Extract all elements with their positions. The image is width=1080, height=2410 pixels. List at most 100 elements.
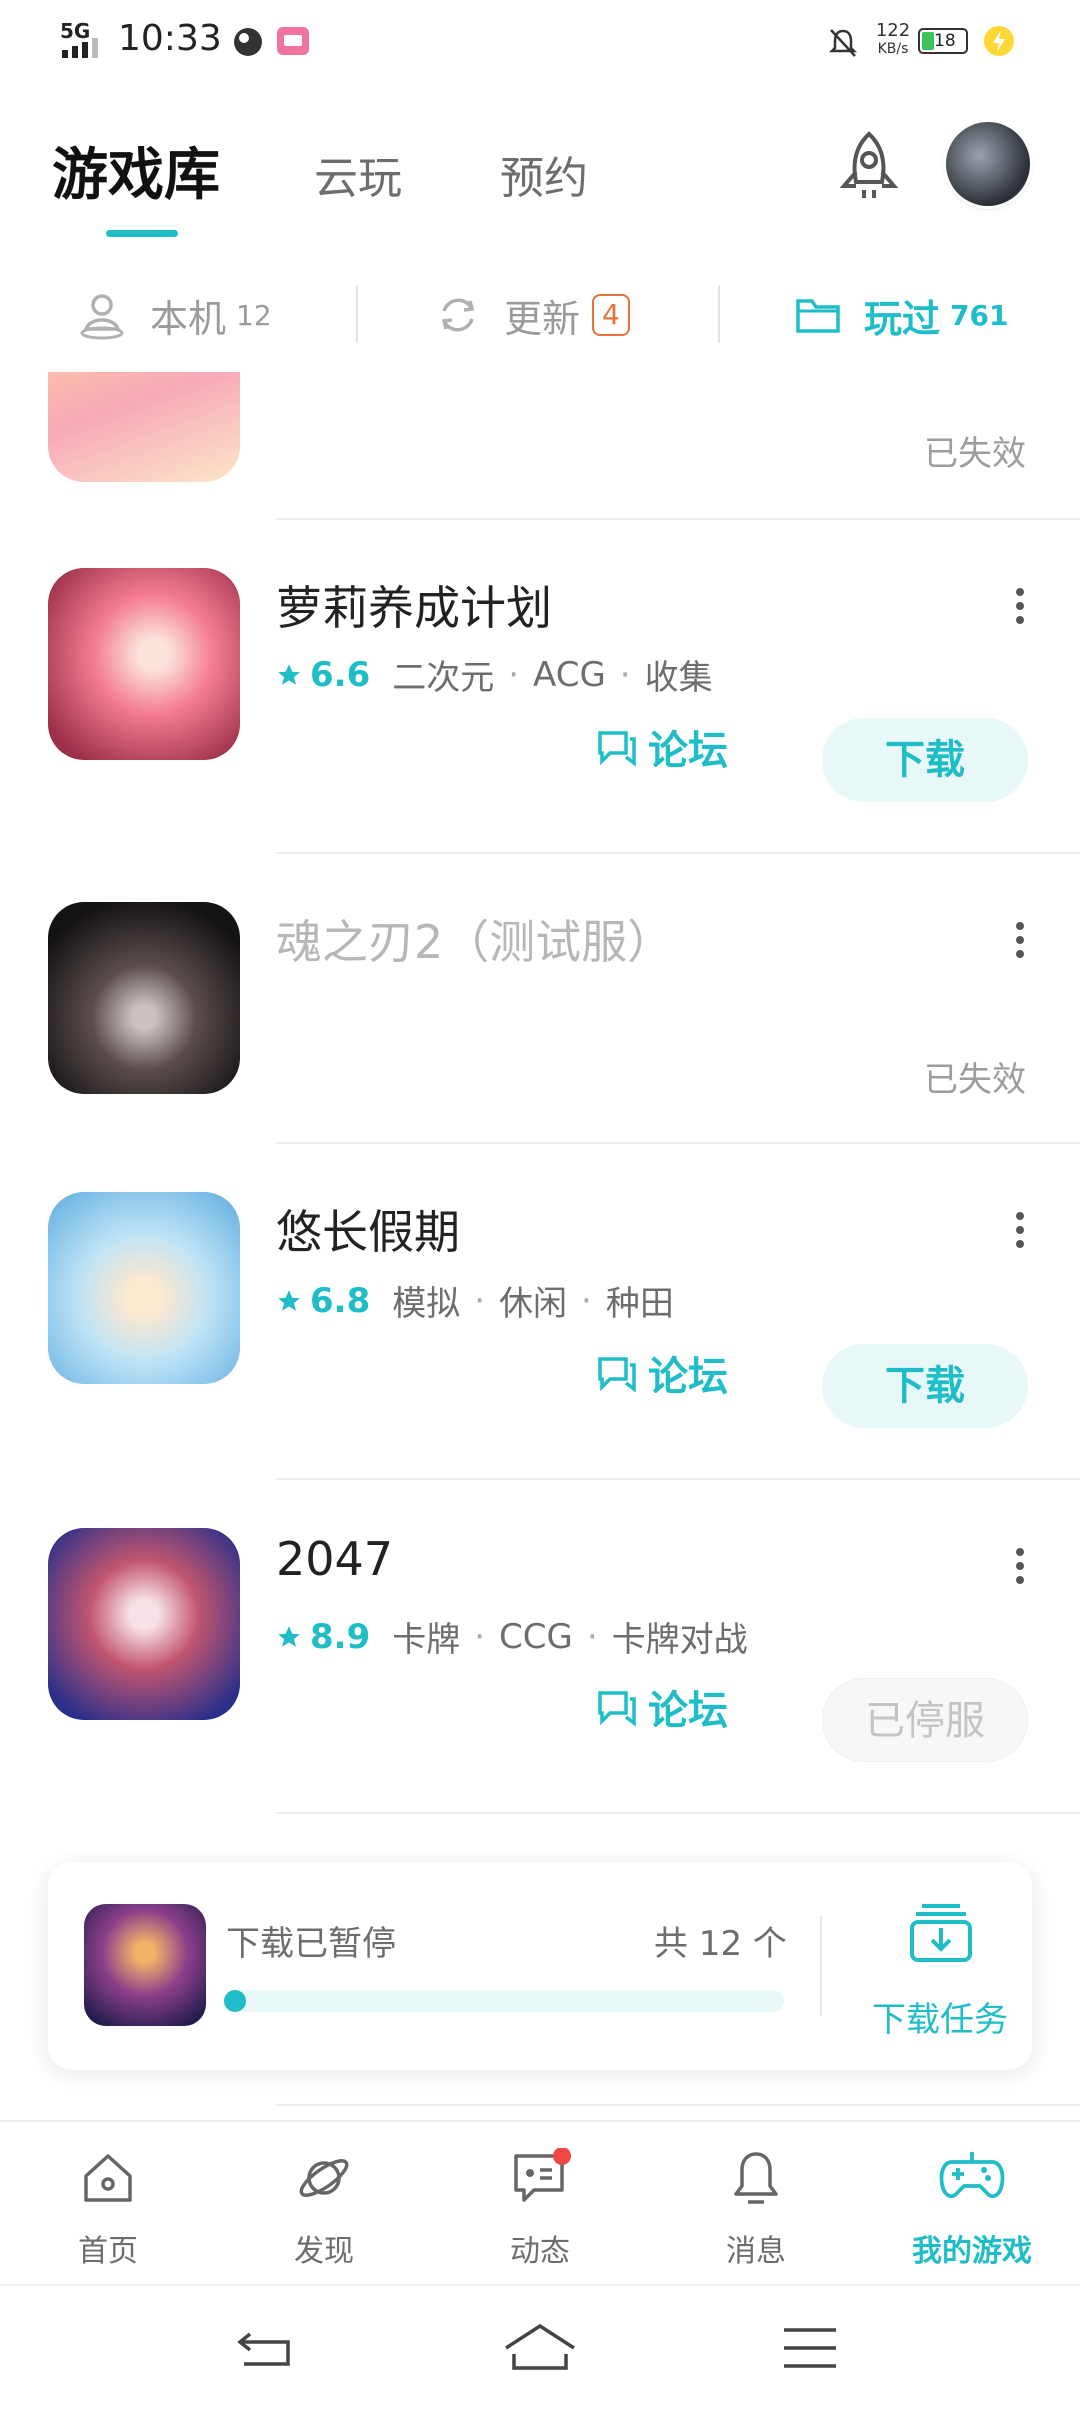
menu-icon[interactable] <box>782 2326 838 2370</box>
more-options-button[interactable] <box>1010 1206 1030 1266</box>
back-icon[interactable] <box>236 2326 296 2372</box>
signal-icon <box>62 38 98 58</box>
game-icon <box>48 1192 240 1384</box>
segment-divider <box>356 285 358 343</box>
game-icon <box>48 902 240 1094</box>
app-notification-icon <box>234 28 262 56</box>
download-button[interactable]: 下载 <box>822 718 1028 802</box>
download-tasks-button[interactable]: 下载任务 <box>838 1892 1032 2052</box>
download-tasks-label: 下载任务 <box>872 2000 1008 2040</box>
segment-played[interactable]: 玩过 761 <box>794 280 1008 350</box>
game-list[interactable]: 已失效 萝莉养成计划 6.6 二次元 · ACG · 收集 论坛 下载 魂之刃2（测… <box>0 372 1080 2120</box>
list-divider <box>276 518 1080 520</box>
tag: 收集 <box>644 658 713 698</box>
list-item[interactable] <box>48 1528 240 1720</box>
star-icon <box>278 663 300 685</box>
game-title[interactable]: 萝莉养成计划 <box>276 572 552 638</box>
rating: 6.8 <box>276 1281 370 1321</box>
message-icon <box>514 2148 571 2202</box>
segment-local[interactable]: 本机 12 <box>76 280 272 350</box>
tab-cloud-play[interactable]: 云玩 <box>314 142 402 206</box>
tag-separator: · <box>619 654 631 695</box>
tag: 种田 <box>605 1284 674 1324</box>
forum-button[interactable]: 论坛 <box>594 1344 728 1402</box>
home-icon <box>84 2154 132 2202</box>
tag: 卡牌 <box>392 1620 461 1660</box>
download-status-text: 下载已暂停 <box>226 1924 396 1964</box>
bottom-navigation: 首页 发现 动态 消息 我的游戏 <box>0 2120 1080 2284</box>
forum-label: 论坛 <box>648 1354 728 1400</box>
star-icon <box>278 1289 300 1311</box>
net-speed-value: 122 <box>875 20 911 41</box>
net-speed-unit: KB/s <box>877 41 909 57</box>
list-item[interactable] <box>48 568 240 760</box>
tag: ACG <box>533 654 606 695</box>
folder-icon <box>796 299 840 333</box>
game-title[interactable]: 2047 <box>276 1532 393 1586</box>
forum-label: 论坛 <box>648 1688 728 1734</box>
list-item[interactable] <box>48 902 240 1094</box>
game-meta: 6.8 模拟 · 休闲 · 种田 <box>276 1276 674 1325</box>
clock: 10:33 <box>118 18 222 59</box>
download-status-card[interactable]: 下载已暂停 共 12 个 下载任务 <box>48 1862 1032 2070</box>
nav-my-games[interactable]: 我的游戏 <box>864 2122 1080 2284</box>
tag: 模拟 <box>392 1284 461 1324</box>
download-button[interactable]: 下载 <box>822 1344 1028 1428</box>
nav-label: 我的游戏 <box>912 2234 1032 2269</box>
mute-icon <box>828 29 858 57</box>
segment-update[interactable]: 更新 4 <box>434 280 630 350</box>
home-system-icon[interactable] <box>502 2322 578 2374</box>
nav-activity[interactable]: 动态 <box>432 2122 648 2284</box>
battery-icon: 18 <box>918 28 968 54</box>
segment-label: 本机 <box>150 296 227 341</box>
planet-icon <box>299 2159 349 2197</box>
card-divider <box>820 1916 822 2016</box>
status-bar: 5G 10:33 122 KB/s 18 <box>0 0 1080 90</box>
forum-label: 论坛 <box>648 728 728 774</box>
rating-value: 6.6 <box>310 654 371 695</box>
rating-value: 6.8 <box>310 1280 371 1321</box>
game-meta: 6.6 二次元 · ACG · 收集 <box>276 650 713 699</box>
tab-reservation[interactable]: 预约 <box>500 142 588 206</box>
forum-button[interactable]: 论坛 <box>594 1678 728 1736</box>
more-options-button[interactable] <box>1010 916 1030 976</box>
avatar[interactable] <box>946 122 1030 206</box>
segment-count: 761 <box>950 298 1009 332</box>
forum-button[interactable]: 论坛 <box>594 718 728 776</box>
tag-separator: · <box>508 654 520 695</box>
game-title[interactable]: 魂之刃2（测试服） <box>276 906 673 972</box>
expired-label: 已失效 <box>924 434 1026 474</box>
nav-home[interactable]: 首页 <box>0 2122 216 2284</box>
nav-label: 发现 <box>294 2234 354 2269</box>
game-meta: 8.9 卡牌 · CCG · 卡牌对战 <box>276 1612 748 1661</box>
active-tab-indicator <box>106 230 178 237</box>
list-item[interactable] <box>48 1192 240 1384</box>
tag: 休闲 <box>499 1284 568 1324</box>
bell-icon <box>734 2152 778 2204</box>
rocket-icon[interactable] <box>830 128 908 206</box>
charging-icon <box>984 26 1014 56</box>
more-options-button[interactable] <box>1010 582 1030 642</box>
star-icon <box>278 1625 300 1647</box>
download-tray-icon <box>910 1904 972 1962</box>
nav-messages[interactable]: 消息 <box>648 2122 864 2284</box>
expired-label: 已失效 <box>924 1060 1026 1100</box>
tag: 卡牌对战 <box>611 1620 748 1660</box>
list-item[interactable] <box>48 372 240 482</box>
rating: 8.9 <box>276 1617 370 1657</box>
tab-game-library[interactable]: 游戏库 <box>52 130 220 211</box>
download-total-count: 共 12 个 <box>654 1924 787 1964</box>
nav-label: 动态 <box>510 2234 570 2269</box>
game-title[interactable]: 悠长假期 <box>276 1196 460 1262</box>
update-count-badge: 4 <box>592 294 630 336</box>
more-options-button[interactable] <box>1010 1542 1030 1602</box>
list-divider <box>276 852 1080 854</box>
segment-label: 玩过 <box>864 296 941 341</box>
tag-separator: · <box>474 1280 486 1321</box>
tag: CCG <box>499 1616 573 1657</box>
rating: 6.6 <box>276 655 370 695</box>
battery-level: 18 <box>934 31 956 51</box>
gamepad-icon <box>939 2152 1005 2199</box>
nav-discover[interactable]: 发现 <box>216 2122 432 2284</box>
list-divider <box>276 1812 1080 1814</box>
